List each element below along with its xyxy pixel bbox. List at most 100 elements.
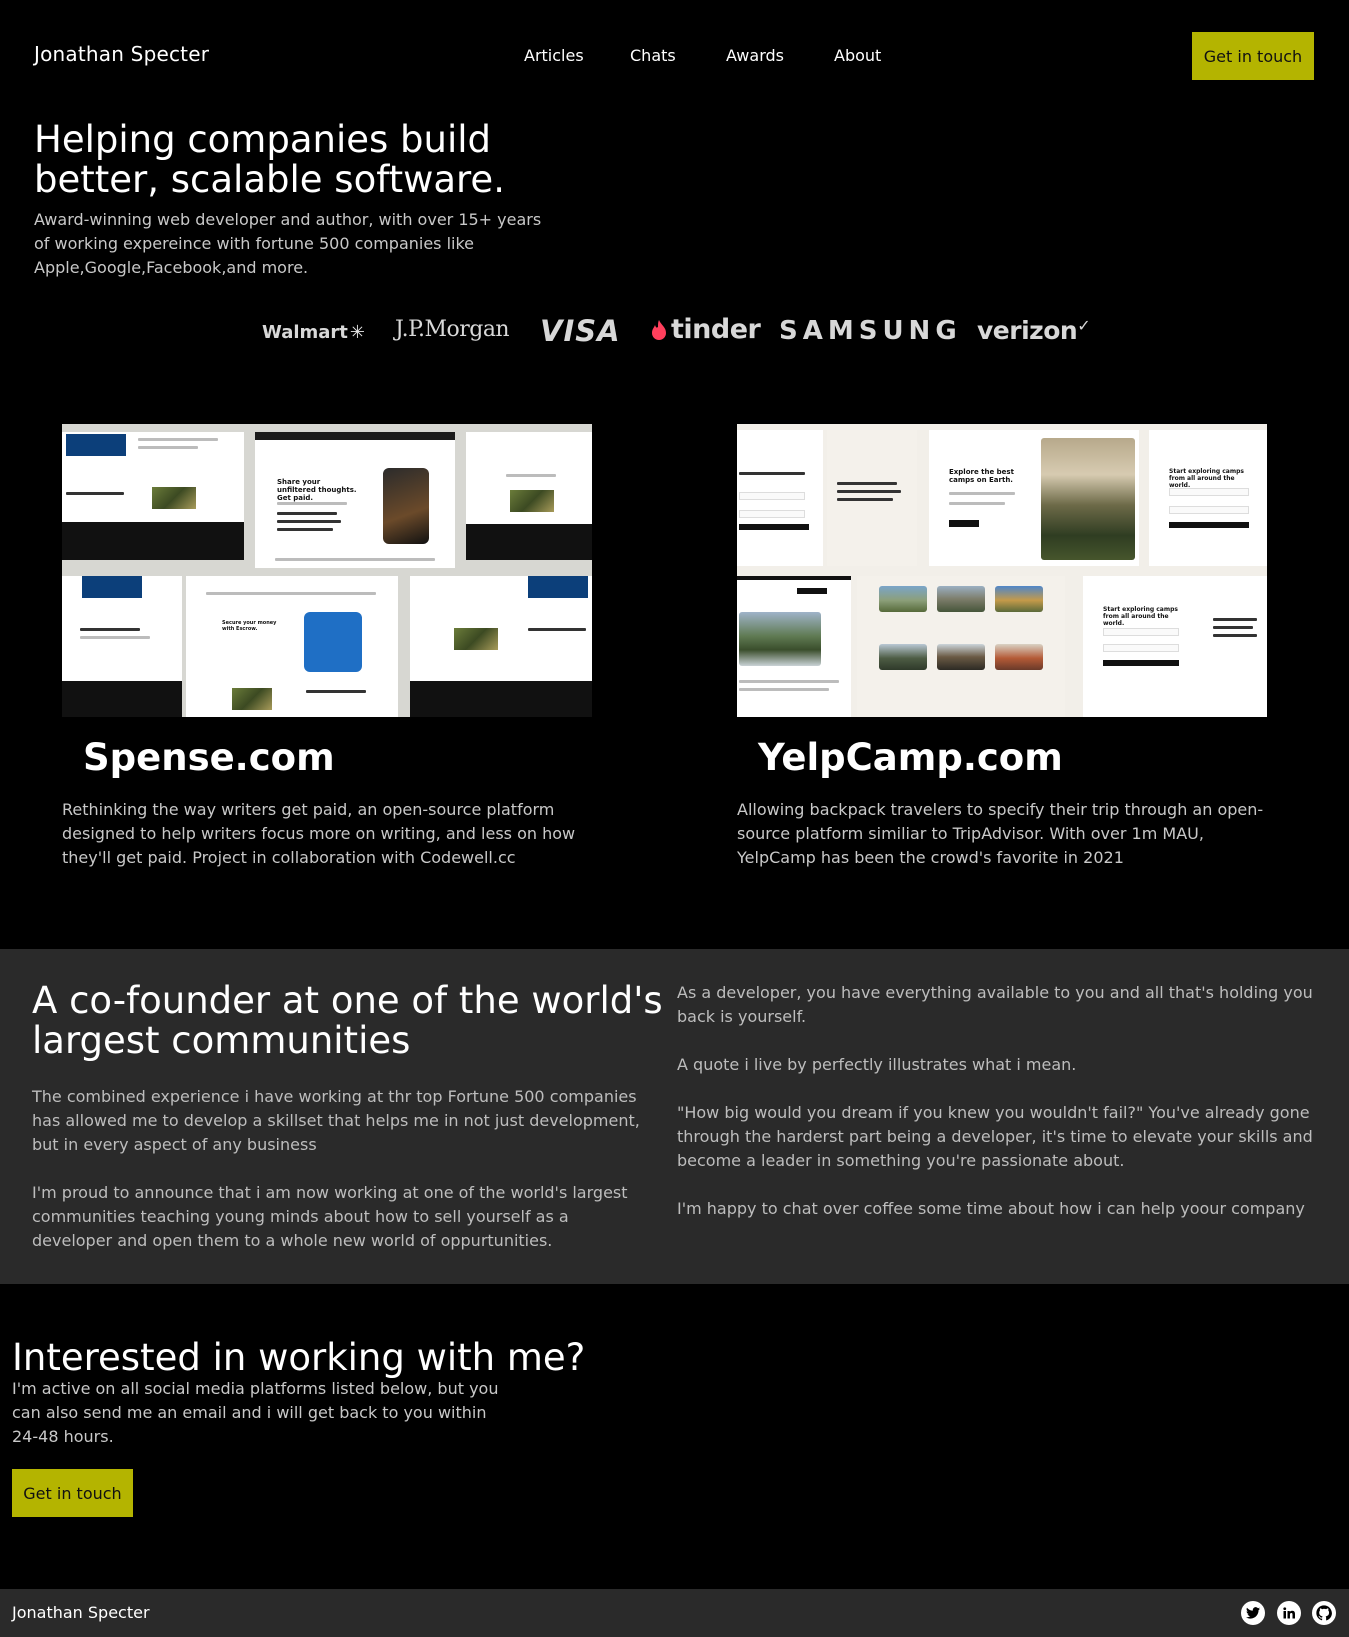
mock-line — [66, 492, 124, 495]
mock-card: Share your unfiltered thoughts. Get paid… — [255, 432, 455, 568]
mock-line — [138, 438, 218, 441]
mock-line — [1213, 634, 1257, 637]
mock-line — [1213, 626, 1253, 629]
mock-card — [62, 576, 182, 717]
mock-footer — [62, 681, 182, 717]
mock-line — [306, 690, 366, 693]
mock-button — [739, 524, 809, 530]
project-card-spense[interactable]: Share your unfiltered thoughts. Get paid… — [62, 424, 592, 867]
mock-card: Secure your money with Escrow. — [186, 576, 398, 717]
about-paragraph: I'm happy to chat over coffee some time … — [677, 1199, 1305, 1218]
mock-card: Start exploring camps from all around th… — [1149, 430, 1267, 566]
brand-name[interactable]: Jonathan Specter — [34, 42, 209, 66]
top-nav: Jonathan Specter Articles Chats Awards A… — [0, 0, 1349, 112]
get-in-touch-button[interactable]: Get in touch — [1192, 32, 1314, 80]
footer: Jonathan Specter — [0, 1589, 1349, 1637]
mock-line — [949, 502, 1005, 505]
about-left-column: The combined experience i have working a… — [32, 1085, 642, 1277]
about-paragraph: A quote i live by perfectly illustrates … — [677, 1055, 1077, 1074]
mock-line — [739, 472, 805, 475]
mock-card — [737, 430, 823, 566]
project-description: Allowing backpack travelers to specify t… — [737, 800, 1264, 867]
mock-line — [138, 446, 198, 449]
tinder-flame-icon — [652, 319, 666, 340]
mock-input — [1169, 488, 1249, 496]
mock-thumbnail — [454, 628, 498, 650]
contact-title: Interested in working with me? — [12, 1336, 586, 1379]
visa-logo: VISA — [540, 314, 621, 348]
mock-line — [528, 628, 586, 631]
contact-get-in-touch-button[interactable]: Get in touch — [12, 1469, 133, 1517]
verizon-logo-text: verizon — [977, 316, 1078, 345]
jpmorgan-logo: J.P.Morgan — [395, 317, 510, 342]
linkedin-icon[interactable] — [1277, 1601, 1301, 1625]
mock-line — [837, 490, 901, 493]
mock-blue-box — [66, 434, 126, 456]
about-quote-paragraph: "How big would you dream if you knew you… — [677, 1103, 1313, 1170]
mock-card — [62, 432, 244, 560]
mock-line — [739, 680, 839, 683]
mock-line — [949, 492, 1015, 495]
nav-link-articles[interactable]: Articles — [524, 46, 584, 65]
footer-brand[interactable]: Jonathan Specter — [12, 1603, 150, 1622]
mock-card — [737, 576, 851, 717]
mock-line — [837, 482, 897, 485]
mock-footer — [466, 524, 592, 560]
project-name[interactable]: Spense.com — [83, 736, 335, 780]
mock-thumbnail — [510, 490, 554, 512]
mock-button — [1103, 660, 1179, 666]
about-section: A co-founder at one of the world's large… — [0, 949, 1349, 1284]
mock-card — [827, 430, 917, 566]
mock-input — [739, 492, 805, 500]
client-logos: Walmart ✳ J.P.Morgan VISA tinder SAMSUNG … — [0, 310, 1349, 356]
mock-blue-box — [528, 576, 588, 598]
spense-screenshot[interactable]: Share your unfiltered thoughts. Get paid… — [62, 424, 592, 717]
about-paragraph: As a developer, you have everything avai… — [677, 983, 1313, 1026]
nav-link-about[interactable]: About — [834, 46, 881, 65]
mock-input — [1169, 506, 1249, 514]
mock-card: Explore the best camps on Earth. — [929, 430, 1139, 566]
mock-photo — [995, 586, 1043, 612]
about-paragraph: I'm proud to announce that i am now work… — [32, 1183, 628, 1250]
mock-line — [206, 592, 376, 595]
project-name[interactable]: YelpCamp.com — [758, 736, 1063, 780]
mock-line — [275, 558, 435, 561]
yelpcamp-mock-headline: Explore the best camps on Earth. — [949, 468, 1014, 484]
mock-line — [739, 688, 829, 691]
walmart-spark-icon: ✳ — [349, 322, 366, 343]
mock-topbar — [737, 576, 851, 580]
mock-line — [277, 528, 333, 531]
mock-card — [466, 432, 592, 560]
twitter-icon[interactable] — [1241, 1601, 1265, 1625]
mock-photo — [937, 644, 985, 670]
tinder-logo-text: tinder — [671, 314, 761, 345]
yelpcamp-mock-signup-2: Start exploring camps from all around th… — [1103, 606, 1178, 627]
spense-mock-headline: Share your unfiltered thoughts. Get paid… — [277, 478, 357, 502]
mock-thumbnail — [232, 688, 272, 710]
mock-button — [1169, 522, 1249, 528]
mock-card — [857, 576, 1065, 717]
nav-link-chats[interactable]: Chats — [630, 46, 676, 65]
samsung-logo: SAMSUNG — [779, 316, 962, 346]
contact-subtitle: I'm active on all social media platforms… — [12, 1379, 499, 1446]
mock-line — [277, 512, 337, 515]
project-description: Rethinking the way writers get paid, an … — [62, 800, 576, 867]
mock-thumbnail — [152, 487, 196, 509]
mock-input — [1103, 644, 1179, 652]
mock-photo — [739, 612, 821, 666]
mock-phone — [383, 468, 429, 544]
mock-line — [277, 502, 347, 505]
verizon-check-icon: ✓ — [1077, 316, 1091, 335]
about-paragraph: The combined experience i have working a… — [32, 1087, 640, 1154]
yelpcamp-mock-signup: Start exploring camps from all around th… — [1169, 468, 1244, 489]
mock-footer — [62, 522, 244, 560]
about-title: A co-founder at one of the world's large… — [32, 979, 663, 1062]
mock-input — [739, 510, 805, 518]
project-card-yelpcamp[interactable]: Explore the best camps on Earth. Start e… — [737, 424, 1267, 867]
github-icon[interactable] — [1312, 1601, 1336, 1625]
mock-line — [277, 520, 341, 523]
mock-line — [80, 628, 140, 631]
yelpcamp-screenshot[interactable]: Explore the best camps on Earth. Start e… — [737, 424, 1267, 717]
nav-link-awards[interactable]: Awards — [726, 46, 784, 65]
mock-topbar — [255, 432, 455, 440]
